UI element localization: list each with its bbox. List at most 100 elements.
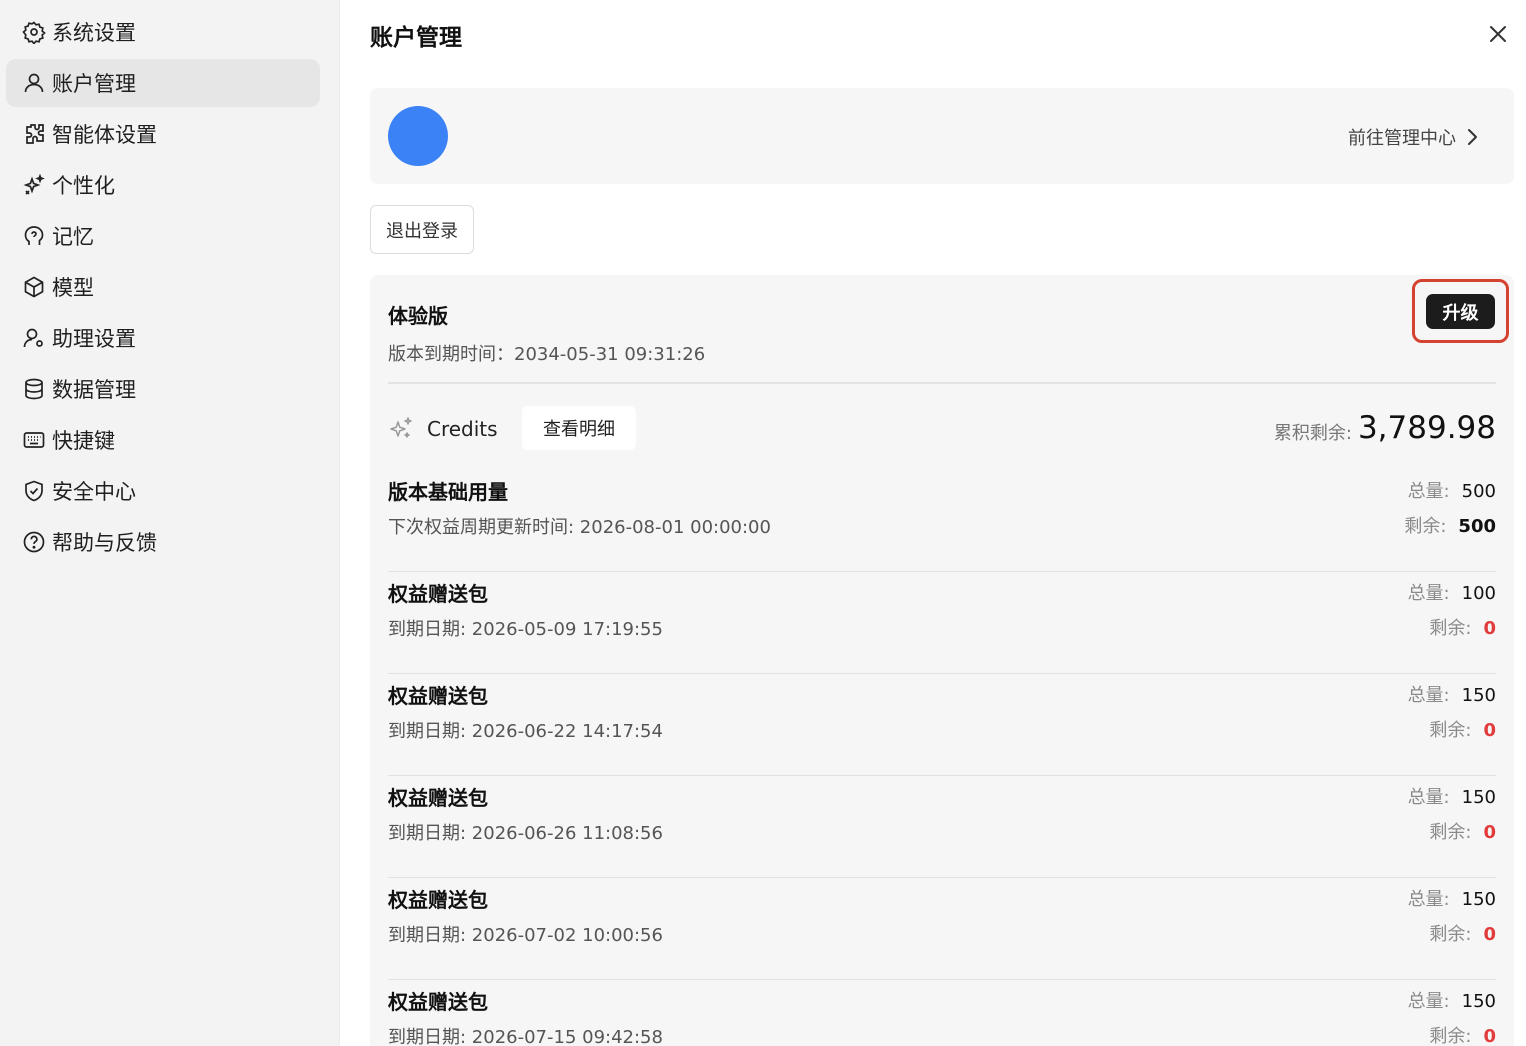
package-remaining: 剩余: 0 <box>1429 716 1496 742</box>
help-circle-icon <box>22 530 46 554</box>
sidebar-item-label: 数据管理 <box>52 378 136 402</box>
package-title: 版本基础用量 <box>388 480 508 504</box>
sidebar-item-account[interactable]: 账户管理 <box>6 59 320 107</box>
chevron-right-icon <box>1468 129 1477 145</box>
close-icon <box>1490 26 1506 42</box>
sparkle-icon <box>22 173 46 197</box>
remaining-label: 剩余: <box>1429 924 1472 945</box>
total-label: 总量: <box>1407 787 1450 808</box>
plan-card: 体验版 版本到期时间：2034-05-31 09:31:26 升级 Credit… <box>370 275 1514 1046</box>
list-item: 权益赠送包 到期日期: 2026-06-26 11:08:56 总量: 150 剩… <box>388 776 1496 878</box>
total-label: 总量: <box>1407 481 1450 502</box>
package-title: 权益赠送包 <box>388 684 488 708</box>
remaining-label: 剩余: <box>1429 720 1472 741</box>
package-remaining: 剩余: 0 <box>1429 818 1496 844</box>
list-item: 权益赠送包 到期日期: 2026-07-02 10:00:56 总量: 150 剩… <box>388 878 1496 980</box>
credits-row: Credits 查看明细 累积剩余: 3,789.98 <box>388 406 1496 450</box>
package-subtitle: 到期日期: 2026-07-15 09:42:58 <box>388 1027 663 1046</box>
package-total: 总量: 150 <box>1408 783 1496 809</box>
remaining-label: 剩余: <box>1404 516 1447 537</box>
total-label: 总量: <box>1407 991 1450 1012</box>
total-label: 总量: <box>1407 583 1450 604</box>
sidebar-item-label: 系统设置 <box>52 21 136 45</box>
user-icon <box>22 71 46 95</box>
package-title: 权益赠送包 <box>388 888 488 912</box>
sidebar-item-model[interactable]: 模型 <box>6 263 320 311</box>
sidebar-item-label: 账户管理 <box>52 72 136 96</box>
user-gear-icon <box>22 326 46 350</box>
plan-name: 体验版 <box>388 304 448 328</box>
total-value: 150 <box>1461 889 1496 910</box>
puzzle-icon <box>22 122 46 146</box>
remaining-value: 0 <box>1483 618 1496 639</box>
package-subtitle: 到期日期: 2026-07-02 10:00:56 <box>388 925 663 946</box>
sidebar: 系统设置 账户管理 智能体设置 个性化 记忆 模型 助理设置 数据管理 快捷键 … <box>0 0 340 1046</box>
total-value: 150 <box>1461 991 1496 1012</box>
package-subtitle: 下次权益周期更新时间: 2026-08-01 00:00:00 <box>388 517 771 538</box>
page-title: 账户管理 <box>370 25 462 51</box>
sidebar-item-label: 记忆 <box>52 225 94 249</box>
total-value: 150 <box>1461 685 1496 706</box>
gear-icon <box>22 20 46 44</box>
sparkle-icon <box>388 416 414 446</box>
remaining-value: 500 <box>1458 516 1496 537</box>
list-item: 权益赠送包 到期日期: 2026-07-15 09:42:58 总量: 150 剩… <box>388 980 1496 1046</box>
package-remaining: 剩余: 0 <box>1429 1022 1496 1046</box>
sidebar-item-shortcuts[interactable]: 快捷键 <box>6 416 320 464</box>
remaining-value: 0 <box>1483 924 1496 945</box>
package-subtitle: 到期日期: 2026-05-09 17:19:55 <box>388 619 663 640</box>
sidebar-item-assistant-settings[interactable]: 助理设置 <box>6 314 320 362</box>
balance-value: 3,789.98 <box>1357 410 1496 446</box>
package-title: 权益赠送包 <box>388 786 488 810</box>
list-item: 版本基础用量 下次权益周期更新时间: 2026-08-01 00:00:00 总… <box>388 470 1496 572</box>
sidebar-item-security[interactable]: 安全中心 <box>6 467 320 515</box>
remaining-label: 剩余: <box>1429 822 1472 843</box>
package-total: 总量: 100 <box>1408 579 1496 605</box>
list-item: 权益赠送包 到期日期: 2026-05-09 17:19:55 总量: 100 剩… <box>388 572 1496 674</box>
sidebar-item-label: 快捷键 <box>52 429 115 453</box>
list-item: 权益赠送包 到期日期: 2026-06-22 14:17:54 总量: 150 剩… <box>388 674 1496 776</box>
admin-center-link[interactable]: 前往管理中心 <box>1348 124 1478 150</box>
sidebar-item-label: 智能体设置 <box>52 123 157 147</box>
total-label: 总量: <box>1407 889 1450 910</box>
sidebar-item-data-management[interactable]: 数据管理 <box>6 365 320 413</box>
close-button[interactable] <box>1484 20 1512 48</box>
package-remaining: 剩余: 0 <box>1429 614 1496 640</box>
package-title: 权益赠送包 <box>388 582 488 606</box>
package-subtitle: 到期日期: 2026-06-26 11:08:56 <box>388 823 663 844</box>
total-label: 总量: <box>1407 685 1450 706</box>
package-remaining: 剩余: 500 <box>1404 512 1496 538</box>
admin-center-label: 前往管理中心 <box>1348 128 1456 149</box>
package-total: 总量: 150 <box>1408 681 1496 707</box>
total-value: 100 <box>1461 583 1496 604</box>
brain-icon <box>22 224 46 248</box>
sidebar-item-label: 个性化 <box>52 174 115 198</box>
package-total: 总量: 500 <box>1408 477 1496 503</box>
cube-icon <box>22 275 46 299</box>
sidebar-item-memory[interactable]: 记忆 <box>6 212 320 260</box>
remaining-value: 0 <box>1483 720 1496 741</box>
upgrade-button[interactable]: 升级 <box>1426 294 1495 329</box>
remaining-label: 剩余: <box>1429 1026 1472 1046</box>
sidebar-item-system-settings[interactable]: 系统设置 <box>6 8 320 56</box>
package-title: 权益赠送包 <box>388 990 488 1014</box>
shield-icon <box>22 479 46 503</box>
package-total: 总量: 150 <box>1408 987 1496 1013</box>
remaining-value: 0 <box>1483 822 1496 843</box>
profile-card: 前往管理中心 <box>370 88 1514 184</box>
remaining-label: 剩余: <box>1429 618 1472 639</box>
sidebar-item-help[interactable]: 帮助与反馈 <box>6 518 320 566</box>
sidebar-item-label: 安全中心 <box>52 480 136 504</box>
sidebar-item-label: 助理设置 <box>52 327 136 351</box>
sidebar-item-personalization[interactable]: 个性化 <box>6 161 320 209</box>
package-subtitle: 到期日期: 2026-06-22 14:17:54 <box>388 721 663 742</box>
view-details-button[interactable]: 查看明细 <box>522 406 636 450</box>
avatar[interactable] <box>388 106 448 166</box>
balance-label: 累积剩余: <box>1273 423 1352 444</box>
logout-button[interactable]: 退出登录 <box>370 205 474 254</box>
sidebar-item-agent-settings[interactable]: 智能体设置 <box>6 110 320 158</box>
package-list: 版本基础用量 下次权益周期更新时间: 2026-08-01 00:00:00 总… <box>388 470 1496 1046</box>
keyboard-icon <box>22 428 46 452</box>
database-icon <box>22 377 46 401</box>
remaining-value: 0 <box>1483 1026 1496 1046</box>
